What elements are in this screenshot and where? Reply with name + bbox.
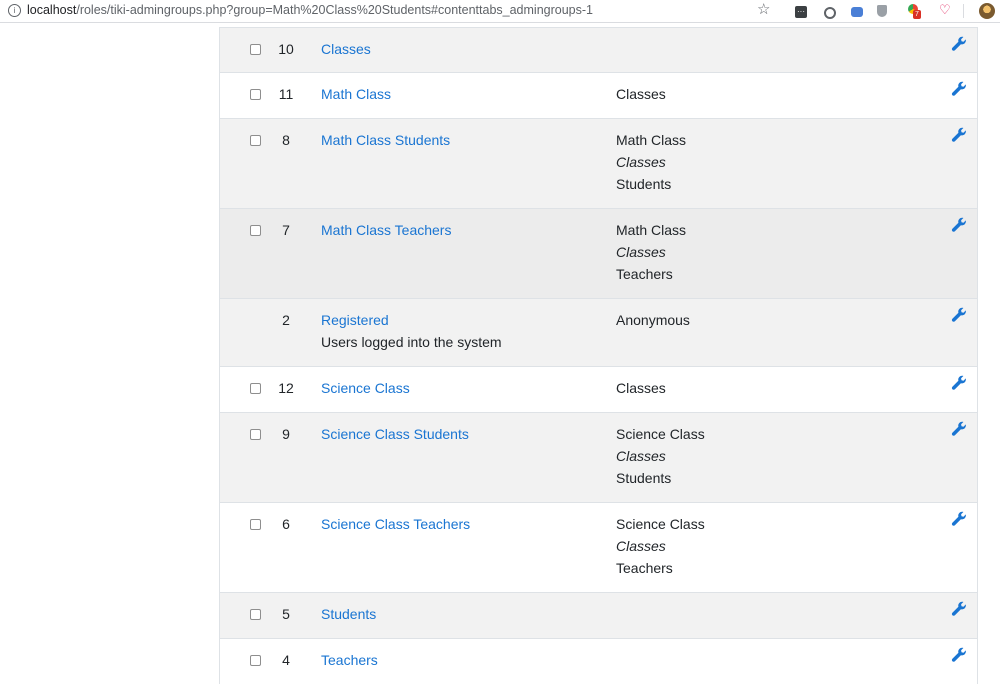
- group-parents-cell: Math Class Classes Students: [616, 129, 686, 195]
- group-id: 6: [282, 516, 290, 532]
- row-checkbox[interactable]: [250, 383, 261, 394]
- group-name-cell: Math Class Students: [321, 132, 601, 151]
- toolbar-divider: [963, 4, 964, 18]
- wrench-icon[interactable]: [951, 127, 967, 143]
- table-row: 10 Classes: [220, 27, 977, 72]
- group-name-cell: Students: [321, 606, 601, 625]
- group-id: 8: [282, 132, 290, 148]
- group-name-cell: Science Class Teachers: [321, 516, 601, 535]
- parent-group: Students: [616, 176, 672, 192]
- group-id: 12: [278, 380, 294, 396]
- table-row: 7 Math Class Teachers Math Class Classes Tea…: [220, 208, 977, 298]
- group-name-link[interactable]: Classes: [321, 38, 601, 60]
- group-parents-cell: Classes: [616, 83, 666, 105]
- chrome-extension-icon[interactable]: 7: [908, 4, 922, 19]
- group-name-link[interactable]: Students: [321, 603, 601, 625]
- parent-group: Anonymous: [616, 312, 690, 328]
- group-id: 11: [278, 86, 294, 102]
- info-icon[interactable]: i: [8, 4, 21, 17]
- group-id: 4: [282, 652, 290, 668]
- group-name-cell: Math Class Teachers: [321, 222, 601, 241]
- groups-table: 10 Classes 11 Math Class Classes 8 Math Class …: [219, 27, 978, 684]
- group-parents-cell: Anonymous: [616, 309, 690, 331]
- group-id: 9: [282, 426, 290, 442]
- group-name-cell: Science Class: [321, 380, 601, 399]
- extension-badge: 7: [913, 10, 921, 19]
- shield-icon[interactable]: [877, 5, 887, 17]
- url-field[interactable]: i localhost/roles/tiki-admingroups.php?gr…: [8, 3, 593, 17]
- table-row: 11 Math Class Classes: [220, 72, 977, 118]
- group-name-cell: Classes: [321, 41, 601, 60]
- row-checkbox[interactable]: [250, 89, 261, 100]
- wrench-icon[interactable]: [951, 81, 967, 97]
- parent-group: Classes: [616, 380, 666, 396]
- group-name-link[interactable]: Teachers: [321, 649, 601, 671]
- table-row: 2 Registered Users logged into the system A…: [220, 298, 977, 366]
- group-parents-cell: Science Class Classes Teachers: [616, 513, 705, 579]
- circle-icon[interactable]: [824, 7, 836, 19]
- parent-group: Classes: [616, 154, 666, 170]
- group-name-cell: Teachers: [321, 652, 601, 671]
- url-path: /roles/tiki-admingroups.php?group=Math%2…: [76, 3, 593, 17]
- table-row: 12 Science Class Classes: [220, 366, 977, 412]
- parent-group: Math Class: [616, 132, 687, 148]
- parent-group: Teachers: [616, 266, 673, 282]
- parent-group: Math Class: [616, 222, 687, 238]
- wrench-icon[interactable]: [951, 36, 967, 52]
- url-host: localhost: [27, 3, 77, 17]
- wrench-icon[interactable]: [951, 647, 967, 663]
- wrench-icon[interactable]: [951, 307, 967, 323]
- group-name-link[interactable]: Science Class: [321, 377, 601, 399]
- group-name-link[interactable]: Science Class Teachers: [321, 513, 601, 535]
- star-icon[interactable]: ☆: [757, 1, 770, 18]
- translate-icon[interactable]: [851, 7, 863, 17]
- wrench-icon[interactable]: [951, 217, 967, 233]
- table-row: 6 Science Class Teachers Science Class Clas…: [220, 502, 977, 592]
- table-row: 5 Students: [220, 592, 977, 638]
- group-id: 10: [278, 41, 294, 57]
- group-name-link[interactable]: Science Class Students: [321, 423, 601, 445]
- group-name-link[interactable]: Math Class: [321, 83, 601, 105]
- table-row: 8 Math Class Students Math Class Classes Stu…: [220, 118, 977, 208]
- extension-icon[interactable]: ···: [795, 6, 807, 18]
- row-checkbox[interactable]: [250, 429, 261, 440]
- row-checkbox[interactable]: [250, 44, 261, 55]
- row-checkbox[interactable]: [250, 519, 261, 530]
- parent-group: Science Class: [616, 426, 705, 442]
- parent-group: Teachers: [616, 560, 673, 576]
- browser-address-bar: i localhost/roles/tiki-admingroups.php?gr…: [0, 0, 1000, 23]
- table-row: 4 Teachers: [220, 638, 977, 684]
- group-description: Users logged into the system: [321, 334, 502, 350]
- row-checkbox[interactable]: [250, 135, 261, 146]
- group-parents-cell: Classes: [616, 377, 666, 399]
- wrench-icon[interactable]: [951, 421, 967, 437]
- pocket-icon[interactable]: ♡: [939, 2, 951, 18]
- group-name-cell: Math Class: [321, 86, 601, 105]
- table-row: 9 Science Class Students Science Class Clas…: [220, 412, 977, 502]
- parent-group: Science Class: [616, 516, 705, 532]
- parent-group: Classes: [616, 538, 666, 554]
- wrench-icon[interactable]: [951, 601, 967, 617]
- row-checkbox[interactable]: [250, 609, 261, 620]
- wrench-icon[interactable]: [951, 511, 967, 527]
- group-name-link[interactable]: Registered: [321, 309, 601, 331]
- wrench-icon[interactable]: [951, 375, 967, 391]
- profile-avatar-icon[interactable]: [979, 3, 995, 19]
- group-name-cell: Registered Users logged into the system: [321, 312, 601, 353]
- group-name-link[interactable]: Math Class Teachers: [321, 219, 601, 241]
- row-checkbox[interactable]: [250, 225, 261, 236]
- group-id: 2: [282, 312, 290, 328]
- row-checkbox[interactable]: [250, 655, 261, 666]
- group-parents-cell: Science Class Classes Students: [616, 423, 705, 489]
- group-name-cell: Science Class Students: [321, 426, 601, 445]
- parent-group: Classes: [616, 86, 666, 102]
- group-id: 7: [282, 222, 290, 238]
- group-id: 5: [282, 606, 290, 622]
- group-parents-cell: Math Class Classes Teachers: [616, 219, 686, 285]
- parent-group: Students: [616, 470, 672, 486]
- group-name-link[interactable]: Math Class Students: [321, 129, 601, 151]
- parent-group: Classes: [616, 448, 666, 464]
- parent-group: Classes: [616, 244, 666, 260]
